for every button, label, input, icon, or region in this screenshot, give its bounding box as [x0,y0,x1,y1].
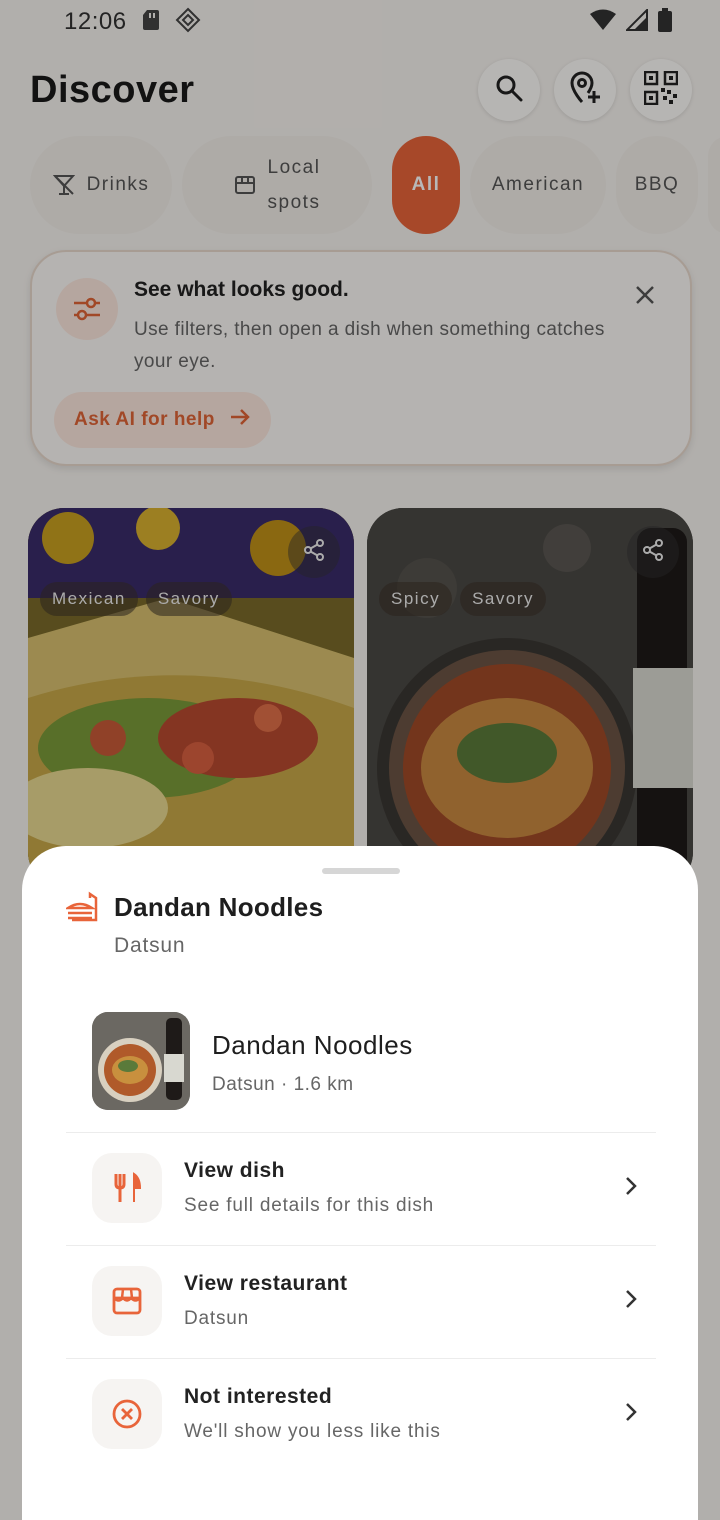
chevron-right-icon [624,1175,638,1202]
sheet-subtitle: Datsun [114,934,186,957]
action-title: Not interested [184,1385,333,1408]
not-interested-action[interactable]: Not interested We'll show you less like … [66,1359,656,1471]
action-title: View restaurant [184,1272,348,1295]
chevron-right-icon [624,1401,638,1428]
action-subtitle: We'll show you less like this [184,1421,441,1442]
utensils-icon [92,1153,162,1223]
circle-x-icon [92,1379,162,1449]
dish-name: Dandan Noodles [212,1030,413,1060]
action-subtitle: Datsun [184,1308,250,1329]
dish-meta: Datsun · 1.6 km [212,1074,354,1095]
storefront-icon [92,1266,162,1336]
view-restaurant-action[interactable]: View restaurant Datsun [66,1246,656,1358]
view-dish-action[interactable]: View dish See full details for this dish [66,1133,656,1245]
dish-options-sheet: Dandan Noodles Datsun Dandan Noodles Dat… [22,846,698,1520]
food-tray-icon [63,890,100,929]
drag-handle[interactable] [322,868,400,874]
dish-summary: Dandan Noodles Datsun · 1.6 km [92,1012,652,1112]
action-subtitle: See full details for this dish [184,1195,435,1216]
sheet-title: Dandan Noodles [114,892,324,922]
chevron-right-icon [624,1288,638,1315]
dish-thumbnail [92,1012,190,1110]
action-title: View dish [184,1159,285,1182]
